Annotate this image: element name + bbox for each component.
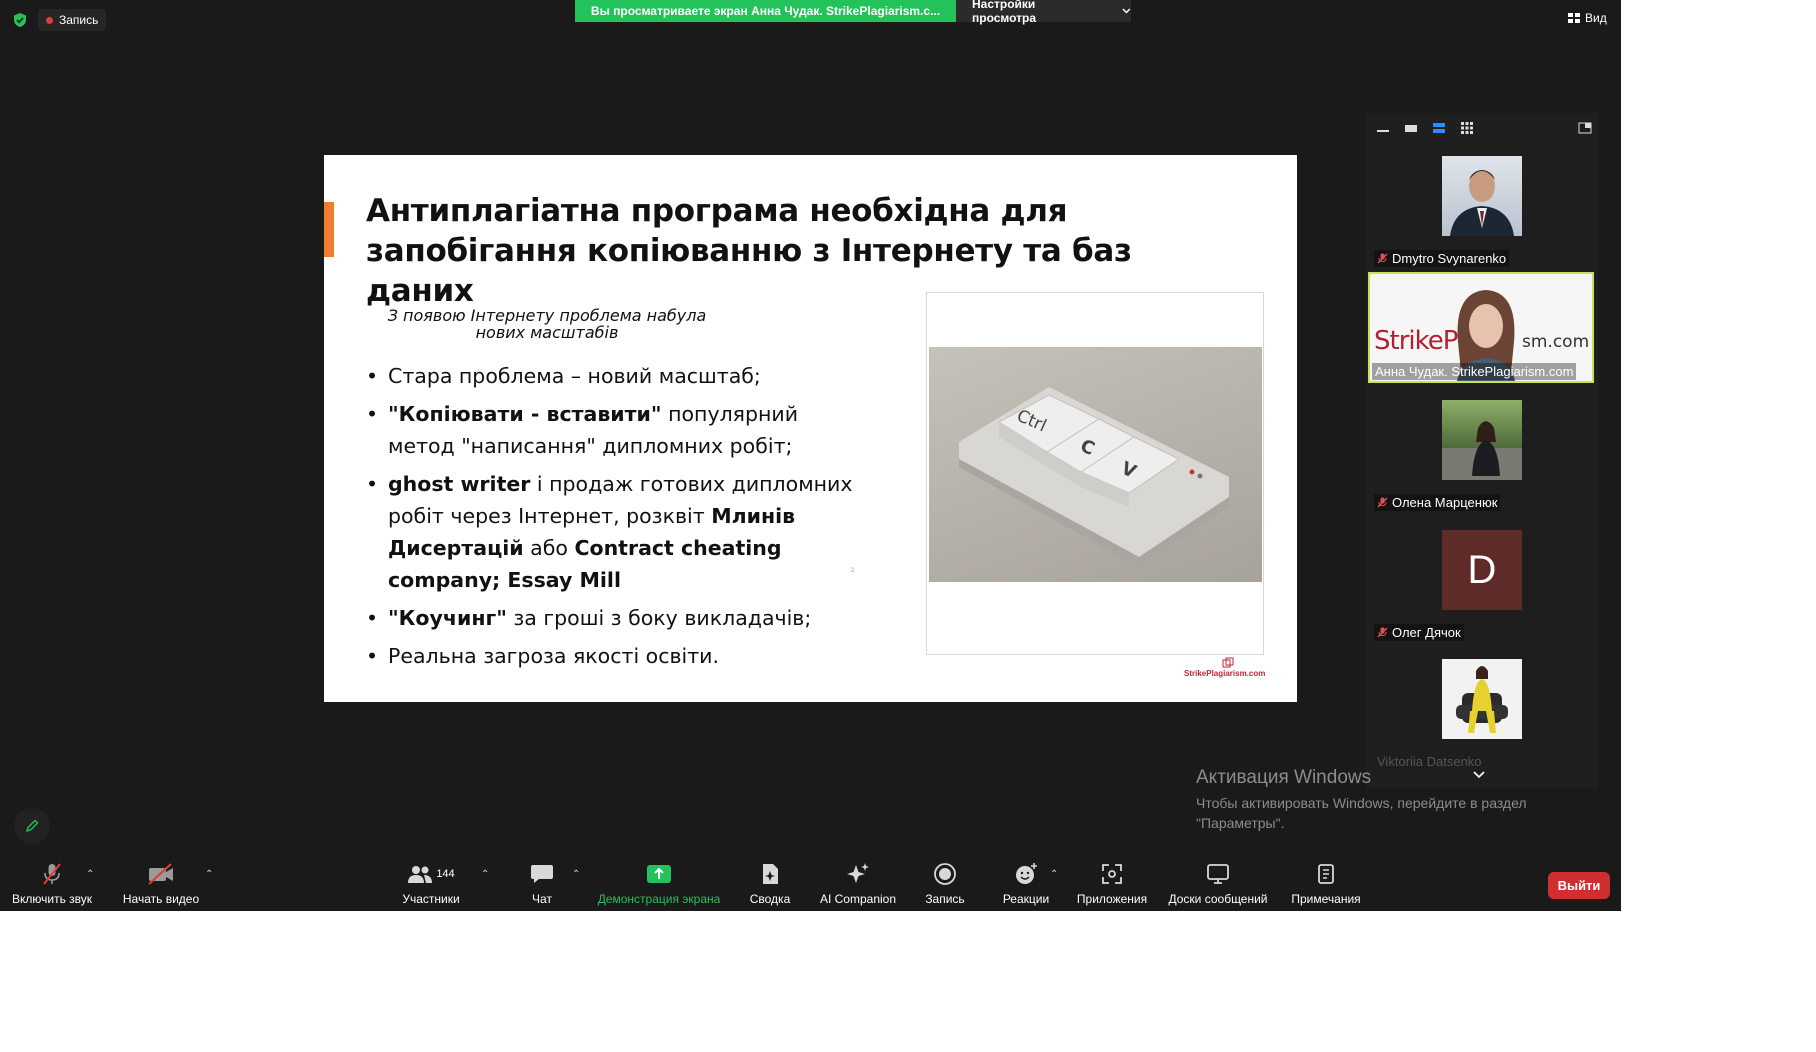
pop-out-icon[interactable] [1578,122,1592,134]
slide-mark: 2 [851,568,855,574]
chat-button[interactable]: Чат [526,862,558,908]
record-icon [934,863,956,885]
participant-name-tag: Олена Марценюк [1374,494,1501,511]
bullet-item: "Копіювати - вставити" популярний метод … [366,398,866,462]
bullet-item: Стара проблема – новий масштаб; [366,360,866,392]
audio-options-caret[interactable]: ⌃ [86,869,94,880]
participant-tile[interactable]: Viktoriia Datsenko [1368,646,1594,772]
record-button[interactable]: Запись [923,862,967,908]
leave-button[interactable]: Выйти [1548,872,1610,899]
notes-button[interactable]: Примечания [1290,862,1362,908]
participant-video [1442,400,1522,480]
zoom-meeting-window: Запись Вы просматриваете экран Анна Чуда… [0,0,1621,911]
reactions-button[interactable]: Реакции [1001,862,1051,908]
strip-view-icon[interactable] [1432,122,1446,134]
participant-tile[interactable]: D Олег Дячок [1368,517,1594,643]
strikeplagiarism-logo: StrikePlagiarism.com [1184,657,1274,685]
pencil-icon [25,819,39,833]
participant-tile[interactable]: Олена Марценюк [1368,387,1594,513]
unmute-button[interactable]: Включить звук [10,862,94,908]
chat-options-caret[interactable]: ⌃ [572,869,580,880]
video-options-caret[interactable]: ⌃ [205,869,213,880]
recording-indicator[interactable]: Запись [38,9,107,31]
shared-slide: Антиплагіатна програма необхідна для зап… [324,155,1297,702]
grid-view-icon [1568,13,1580,23]
chat-icon [531,865,553,883]
ai-sparkle-icon [847,863,869,883]
gallery-toolbar [1366,113,1598,143]
windows-activation-title: Активация Windows [1196,767,1372,788]
summary-icon [763,864,778,884]
bullet-item: ghost writer і продаж готових дипломних … [366,468,866,596]
view-settings-menu[interactable]: Настройки просмотра [956,0,1131,25]
ctrl-c-v-keyboard-image: Ctrl C V [929,347,1262,582]
participant-name-tag: Олег Дячок [1374,624,1464,641]
speaker-view-icon[interactable] [1404,122,1418,134]
start-video-button[interactable]: Начать видео [122,862,200,908]
notes-icon [1318,864,1334,884]
participants-button[interactable]: 144 Участники [398,862,464,908]
mic-muted-icon [43,863,61,885]
slide-subtitle: З появою Інтернету проблема набула нових… [387,306,707,342]
mic-muted-icon [1377,253,1388,264]
apps-button[interactable]: Приложения [1074,862,1150,908]
share-screen-icon [647,865,671,883]
logo-text: StrikePlagiarism.com [1184,669,1266,678]
chevron-down-icon [1122,8,1131,14]
participants-count: 144 [436,868,455,880]
mic-muted-icon [1377,497,1388,508]
record-dot-icon [46,16,53,24]
minimize-icon[interactable] [1376,122,1390,134]
view-label: Вид [1585,11,1607,25]
apps-icon [1102,864,1122,884]
recording-label: Запись [59,13,99,27]
slide-bullet-list: Стара проблема – новий масштаб; "Копіюва… [366,360,866,678]
participants-icon [408,866,433,883]
participant-name-tag: Dmytro Svynarenko [1374,250,1510,267]
chevron-down-icon[interactable] [1472,770,1486,780]
bullet-item: Реальна загроза якості освіти. [366,640,866,672]
ai-companion-button[interactable]: AI Companion [818,862,898,908]
mic-muted-icon [1377,627,1388,638]
title-accent-bar [324,202,334,257]
reactions-options-caret[interactable]: ⌃ [1050,869,1058,880]
participant-gallery: Dmytro Svynarenko StrikePl sm.com Анна Ч… [1366,113,1598,788]
participant-tile[interactable]: Dmytro Svynarenko [1368,143,1594,269]
participant-name-tag: Viktoriia Datsenko [1377,754,1482,769]
participant-video [1442,659,1522,739]
bullet-item: "Коучинг" за гроші з боку викладачів; [366,602,866,634]
screen-share-banner: Вы просматриваете экран Анна Чудак. Stri… [575,0,956,22]
share-screen-button[interactable]: Демонстрация экрана [596,862,722,908]
video-off-icon [148,863,173,885]
gallery-view-icon[interactable] [1460,122,1474,134]
security-shield-icon[interactable] [12,12,28,28]
view-button[interactable]: Вид [1568,11,1607,25]
annotate-button[interactable] [14,808,50,844]
whiteboard-icon [1207,864,1229,884]
whiteboards-button[interactable]: Доски сообщений [1166,862,1270,908]
participants-options-caret[interactable]: ⌃ [481,869,489,880]
reactions-icon [1016,863,1037,884]
participant-name-tag: Анна Чудак. StrikePlagiarism.com [1372,363,1577,380]
participant-tile-active-speaker[interactable]: StrikePl sm.com Анна Чудак. StrikePlagia… [1368,272,1594,383]
participant-avatar: D [1442,530,1522,610]
summary-button[interactable]: Сводка [748,862,792,908]
windows-activation-text: Чтобы активировать Windows, перейдите в … [1196,795,1527,831]
view-settings-label: Настройки просмотра [972,0,1037,25]
slide-image-frame: Ctrl C V [926,292,1264,655]
participant-video [1442,156,1522,236]
